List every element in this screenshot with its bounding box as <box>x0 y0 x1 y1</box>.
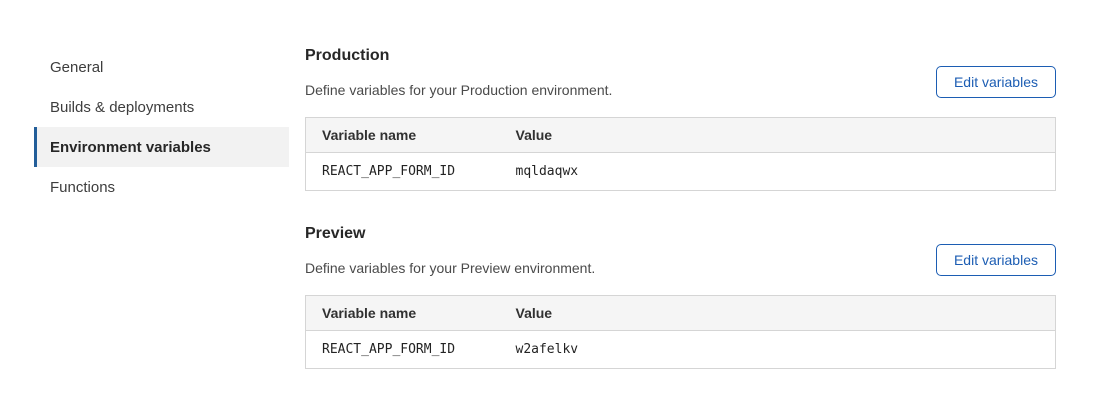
sidebar-item-functions[interactable]: Functions <box>34 167 289 207</box>
value-column-header: Value <box>500 118 1056 153</box>
edit-variables-button-preview[interactable]: Edit variables <box>936 244 1056 276</box>
table-row: REACT_APP_FORM_ID w2afelkv <box>306 331 1056 369</box>
edit-variables-button-production[interactable]: Edit variables <box>936 66 1056 98</box>
environment-variables-panel: Production Edit variables Define variabl… <box>305 45 1056 369</box>
settings-sidebar: General Builds & deployments Environment… <box>34 47 289 207</box>
table-row: REACT_APP_FORM_ID mqldaqwx <box>306 153 1056 191</box>
sidebar-item-general[interactable]: General <box>34 47 289 87</box>
production-variables-table: Variable name Value REACT_APP_FORM_ID mq… <box>305 117 1056 191</box>
variable-name-cell: REACT_APP_FORM_ID <box>306 153 500 191</box>
production-section: Production Edit variables Define variabl… <box>305 45 1056 191</box>
sidebar-item-environment-variables[interactable]: Environment variables <box>34 127 289 167</box>
table-header-row: Variable name Value <box>306 296 1056 331</box>
preview-variables-table: Variable name Value REACT_APP_FORM_ID w2… <box>305 295 1056 369</box>
value-column-header: Value <box>500 296 1056 331</box>
variable-name-column-header: Variable name <box>306 118 500 153</box>
table-header-row: Variable name Value <box>306 118 1056 153</box>
sidebar-item-builds-deployments[interactable]: Builds & deployments <box>34 87 289 127</box>
variable-value-cell: mqldaqwx <box>500 153 1056 191</box>
variable-value-cell: w2afelkv <box>500 331 1056 369</box>
variable-name-column-header: Variable name <box>306 296 500 331</box>
variable-name-cell: REACT_APP_FORM_ID <box>306 331 500 369</box>
preview-section: Preview Edit variables Define variables … <box>305 223 1056 369</box>
preview-section-title: Preview <box>305 223 1056 245</box>
production-section-title: Production <box>305 45 1056 67</box>
